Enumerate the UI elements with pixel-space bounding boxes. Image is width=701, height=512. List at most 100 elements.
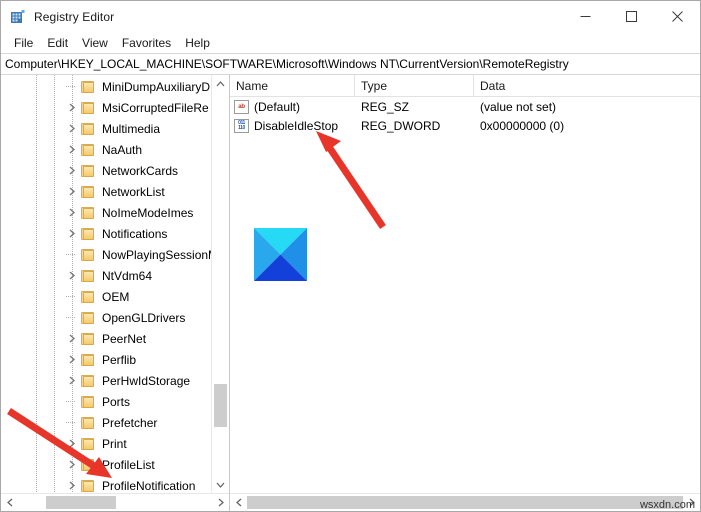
tree-item-perflib[interactable]: Perflib <box>8 349 211 370</box>
expand-chevron-icon[interactable] <box>64 454 80 475</box>
tree-hscroll-thumb[interactable] <box>46 496 116 509</box>
minimize-icon <box>580 16 590 17</box>
tree-item-minidumpauxiliaryd[interactable]: MiniDumpAuxiliaryD <box>8 76 211 97</box>
folder-icon <box>80 79 96 95</box>
tree-item-ntvdm64[interactable]: NtVdm64 <box>8 265 211 286</box>
registry-editor-window: Registry Editor File Edit View Favorites… <box>0 0 701 512</box>
tree-item-label: OpenGLDrivers <box>102 310 186 325</box>
expand-chevron-icon[interactable] <box>64 181 80 202</box>
menu-item-file[interactable]: File <box>7 34 40 52</box>
tree-hscroll-track[interactable] <box>18 494 212 511</box>
folder-icon <box>80 310 96 326</box>
key-tree[interactable]: MiniDumpAuxiliaryD MsiCorruptedFileRe Mult… <box>8 75 211 493</box>
folder-icon <box>80 331 96 347</box>
value-name-cell: 011 110 DisableIdleStop <box>230 118 355 133</box>
tree-item-label: ProfileNotification <box>102 478 196 493</box>
tree-item-msicorruptedfilere[interactable]: MsiCorruptedFileRe <box>8 97 211 118</box>
tree-item-noimemodeimes[interactable]: NoImeModeImes <box>8 202 211 223</box>
tree-scroll-down-button[interactable] <box>212 476 229 493</box>
tree-item-label: MiniDumpAuxiliaryD <box>102 79 211 94</box>
tree-item-print[interactable]: Print <box>8 433 211 454</box>
tree-item-multimedia[interactable]: Multimedia <box>8 118 211 139</box>
expand-chevron-icon[interactable] <box>64 139 80 160</box>
tree-scroll-up-button[interactable] <box>212 75 229 92</box>
tree-item-networklist[interactable]: NetworkList <box>8 181 211 202</box>
menu-item-help[interactable]: Help <box>178 34 217 52</box>
tree-item-label: Multimedia <box>102 121 161 136</box>
tree-scroll-left-button[interactable] <box>1 494 18 511</box>
values-horizontal-scrollbar[interactable] <box>230 493 700 511</box>
expand-chevron-icon[interactable] <box>64 433 80 454</box>
expand-chevron-icon[interactable] <box>64 475 80 493</box>
folder-icon <box>80 226 96 242</box>
chevron-right-icon <box>218 498 224 507</box>
tree-item-label: NetworkCards <box>102 163 179 178</box>
address-bar[interactable]: Computer\HKEY_LOCAL_MACHINE\SOFTWARE\Mic… <box>1 53 700 75</box>
tree-item-label: Ports <box>102 394 131 409</box>
column-header-type[interactable]: Type <box>355 75 474 96</box>
folder-icon <box>80 457 96 473</box>
expand-chevron-icon[interactable] <box>64 370 80 391</box>
tree-item-prefetcher[interactable]: Prefetcher <box>8 412 211 433</box>
column-header-name[interactable]: Name <box>230 75 355 96</box>
expand-chevron-icon[interactable] <box>64 265 80 286</box>
close-icon <box>671 11 683 22</box>
values-hscroll-thumb[interactable] <box>247 496 683 509</box>
tree-item-opengldrivers[interactable]: OpenGLDrivers <box>8 307 211 328</box>
tree-item-oem[interactable]: OEM <box>8 286 211 307</box>
key-tree-scroll-area: MiniDumpAuxiliaryD MsiCorruptedFileRe Mult… <box>1 75 229 493</box>
tree-item-naauth[interactable]: NaAuth <box>8 139 211 160</box>
value-row[interactable]: ab (Default) REG_SZ (value not set) <box>230 97 700 116</box>
tree-item-ports[interactable]: Ports <box>8 391 211 412</box>
column-header-data[interactable]: Data <box>474 75 700 96</box>
values-hscroll-track[interactable] <box>247 494 683 511</box>
minimize-button[interactable] <box>562 1 608 32</box>
tree-scroll-track[interactable] <box>212 92 229 476</box>
tree-item-networkcards[interactable]: NetworkCards <box>8 160 211 181</box>
tree-scroll-thumb[interactable] <box>214 384 227 427</box>
folder-icon <box>80 436 96 452</box>
blue-diamond-logo <box>254 228 307 281</box>
chevron-up-icon <box>216 80 225 86</box>
tree-item-label: PerHwIdStorage <box>102 373 191 388</box>
tree-item-nowplayingsessionm[interactable]: NowPlayingSessionM <box>8 244 211 265</box>
expand-chevron-icon[interactable] <box>64 349 80 370</box>
tree-item-profilelist[interactable]: ProfileList <box>8 454 211 475</box>
folder-icon <box>80 478 96 494</box>
window-title: Registry Editor <box>34 9 115 24</box>
expand-chevron-icon[interactable] <box>64 97 80 118</box>
tree-item-label: NoImeModeImes <box>102 205 194 220</box>
tree-item-profilenotification[interactable]: ProfileNotification <box>8 475 211 493</box>
expand-chevron-icon[interactable] <box>64 118 80 139</box>
registry-path: Computer\HKEY_LOCAL_MACHINE\SOFTWARE\Mic… <box>5 57 569 71</box>
tree-vertical-scrollbar[interactable] <box>211 75 229 493</box>
value-type: REG_SZ <box>361 99 410 114</box>
values-scroll-left-button[interactable] <box>230 494 247 511</box>
folder-icon <box>80 247 96 263</box>
tree-scroll-right-button[interactable] <box>212 494 229 511</box>
tree-item-label: NetworkList <box>102 184 165 199</box>
tree-item-peernet[interactable]: PeerNet <box>8 328 211 349</box>
expand-chevron-icon[interactable] <box>64 160 80 181</box>
values-pane: Name Type Data ab (Default) REG_SZ (value n… <box>230 75 700 511</box>
maximize-button[interactable] <box>608 1 654 32</box>
expand-chevron-icon[interactable] <box>64 223 80 244</box>
values-list[interactable]: ab (Default) REG_SZ (value not set) 011 110 Di… <box>230 97 700 493</box>
tree-item-label: Print <box>102 436 127 451</box>
menu-item-edit[interactable]: Edit <box>40 34 75 52</box>
expand-chevron-icon[interactable] <box>64 202 80 223</box>
value-name-cell: ab (Default) <box>230 99 355 114</box>
tree-item-label: PeerNet <box>102 331 147 346</box>
menu-item-favorites[interactable]: Favorites <box>115 34 178 52</box>
maximize-icon <box>625 11 637 22</box>
menu-item-view[interactable]: View <box>75 34 115 52</box>
value-row[interactable]: 011 110 DisableIdleStop REG_DWORD 0x00000000… <box>230 116 700 135</box>
close-button[interactable] <box>654 1 700 32</box>
tree-item-perhwidstorage[interactable]: PerHwIdStorage <box>8 370 211 391</box>
tree-leaf-spacer <box>64 307 80 328</box>
folder-icon <box>80 205 96 221</box>
tree-horizontal-scrollbar[interactable] <box>1 493 229 511</box>
chevron-left-icon <box>235 498 241 507</box>
expand-chevron-icon[interactable] <box>64 328 80 349</box>
tree-item-notifications[interactable]: Notifications <box>8 223 211 244</box>
